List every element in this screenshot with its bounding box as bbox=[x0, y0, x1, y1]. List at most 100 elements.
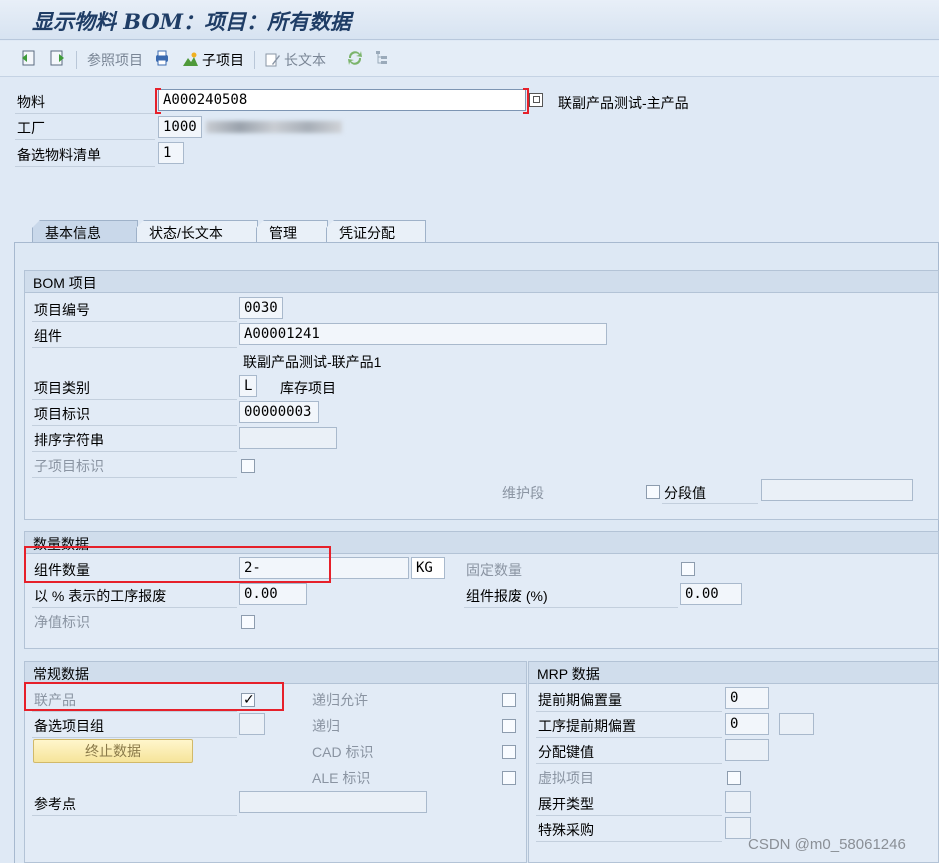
divider bbox=[536, 711, 722, 712]
tab-status-long-text[interactable]: 状态/长文本 bbox=[136, 220, 258, 242]
component-label: 组件 bbox=[34, 328, 62, 344]
title-bar: 显示物料 BOM：项目：所有数据 bbox=[0, 0, 939, 40]
item-category-field[interactable]: L bbox=[239, 375, 257, 397]
divider bbox=[32, 477, 237, 478]
unit-field[interactable]: KG bbox=[411, 557, 445, 579]
section-value-label: 分段值 bbox=[664, 485, 706, 501]
highlight-box bbox=[24, 682, 284, 711]
next-object-icon[interactable] bbox=[48, 49, 66, 70]
divider bbox=[464, 607, 678, 608]
tab-basic-info[interactable]: 基本信息 bbox=[32, 220, 138, 242]
sub-item-id-label: 子项目标识 bbox=[34, 458, 104, 474]
divider bbox=[32, 607, 237, 608]
material-label: 物料 bbox=[17, 94, 45, 110]
long-text-label: 长文本 bbox=[284, 51, 326, 68]
sort-string-label: 排序字符串 bbox=[34, 432, 104, 448]
group-header: BOM 项目 bbox=[25, 271, 938, 293]
alt-item-group-label: 备选项目组 bbox=[34, 718, 104, 734]
toolbar-separator bbox=[254, 50, 255, 69]
plant-field[interactable]: 1000 bbox=[158, 116, 202, 138]
group-header: MRP 数据 bbox=[529, 662, 938, 684]
operation-scrap-field[interactable]: 0.00 bbox=[239, 583, 307, 605]
item-number-field[interactable]: 0030 bbox=[239, 297, 283, 319]
net-id-label: 净值标识 bbox=[34, 614, 90, 630]
op-lead-time-offset-label: 工序提前期偏置 bbox=[538, 718, 636, 734]
reference-point-label: 参考点 bbox=[34, 796, 76, 812]
toolbar-separator bbox=[76, 50, 77, 69]
tab-label: 基本信息 bbox=[45, 225, 101, 241]
material-description: 联副产品测试-主产品 bbox=[558, 95, 689, 111]
end-data-label: 终止数据 bbox=[85, 743, 141, 759]
sub-item-label: 子项目 bbox=[202, 51, 244, 68]
group-header: 常规数据 bbox=[25, 662, 526, 684]
recursive-allowed-checkbox[interactable] bbox=[502, 693, 516, 707]
previous-object-icon[interactable] bbox=[20, 49, 38, 70]
ref-item-label: 参照项目 bbox=[87, 51, 143, 68]
sub-item-id-checkbox[interactable] bbox=[241, 459, 255, 473]
item-category-label: 项目类别 bbox=[34, 380, 90, 396]
maintenance-section-label: 维护段 bbox=[502, 485, 544, 501]
cad-id-label: CAD 标识 bbox=[312, 744, 374, 760]
fixed-qty-checkbox[interactable] bbox=[681, 562, 695, 576]
value-help-icon[interactable] bbox=[529, 93, 543, 107]
op-lead-time-unit-field[interactable] bbox=[779, 713, 814, 735]
divider bbox=[536, 737, 722, 738]
component-field[interactable]: A00001241 bbox=[239, 323, 607, 345]
item-id-field[interactable]: 00000003 bbox=[239, 401, 319, 423]
divider bbox=[32, 425, 237, 426]
component-scrap-field[interactable]: 0.00 bbox=[680, 583, 742, 605]
structure-icon[interactable] bbox=[374, 49, 390, 70]
alt-item-group-field[interactable] bbox=[239, 713, 265, 735]
divider bbox=[32, 711, 237, 712]
explosion-type-label: 展开类型 bbox=[538, 796, 594, 812]
divider bbox=[32, 451, 237, 452]
alt-bom-label: 备选物料清单 bbox=[17, 147, 101, 163]
divider bbox=[536, 815, 722, 816]
toolbar: 参照项目 子项目 长文本 bbox=[0, 41, 939, 77]
divider bbox=[15, 113, 155, 114]
sort-string-field[interactable] bbox=[239, 427, 337, 449]
print-icon[interactable] bbox=[153, 49, 171, 70]
alt-bom-field[interactable]: 1 bbox=[158, 142, 184, 164]
divider bbox=[536, 763, 722, 764]
sub-item-button[interactable]: 子项目 bbox=[181, 50, 244, 70]
explosion-type-field[interactable] bbox=[725, 791, 751, 813]
ref-item-button[interactable]: 参照项目 bbox=[87, 50, 143, 70]
section-value-field[interactable] bbox=[761, 479, 913, 501]
component-description: 联副产品测试-联产品1 bbox=[243, 354, 382, 370]
long-text-button[interactable]: 长文本 bbox=[265, 50, 326, 70]
divider bbox=[32, 321, 237, 322]
cad-id-checkbox[interactable] bbox=[502, 745, 516, 759]
component-scrap-label: 组件报废 (%) bbox=[466, 588, 548, 604]
divider bbox=[32, 347, 237, 348]
divider bbox=[536, 841, 722, 842]
highlight-box bbox=[24, 546, 331, 583]
plant-label: 工厂 bbox=[17, 120, 45, 136]
sub-item-icon bbox=[183, 52, 198, 66]
lead-time-offset-field[interactable]: 0 bbox=[725, 687, 769, 709]
refresh-icon[interactable] bbox=[346, 49, 364, 70]
page-title: 显示物料 BOM：项目：所有数据 bbox=[32, 9, 351, 34]
recursive-checkbox[interactable] bbox=[502, 719, 516, 733]
net-id-checkbox[interactable] bbox=[241, 615, 255, 629]
edit-text-icon bbox=[265, 53, 280, 66]
divider bbox=[32, 737, 237, 738]
tab-label: 管理 bbox=[269, 225, 297, 241]
distribution-key-field[interactable] bbox=[725, 739, 769, 761]
end-data-button[interactable]: 终止数据 bbox=[33, 739, 193, 763]
ale-id-label: ALE 标识 bbox=[312, 770, 371, 786]
reference-point-field[interactable] bbox=[239, 791, 427, 813]
divider bbox=[15, 139, 155, 140]
material-field[interactable]: A000240508 bbox=[158, 89, 526, 111]
divider bbox=[15, 166, 155, 167]
section-value-checkbox[interactable] bbox=[646, 485, 660, 499]
ale-id-checkbox[interactable] bbox=[502, 771, 516, 785]
tab-admin[interactable]: 管理 bbox=[256, 220, 328, 242]
fixed-qty-label: 固定数量 bbox=[466, 562, 522, 578]
lead-time-offset-label: 提前期偏置量 bbox=[538, 692, 622, 708]
divider bbox=[32, 399, 237, 400]
tab-label: 状态/长文本 bbox=[149, 225, 223, 241]
tab-document-assignment[interactable]: 凭证分配 bbox=[326, 220, 426, 242]
op-lead-time-offset-field[interactable]: 0 bbox=[725, 713, 769, 735]
phantom-item-checkbox[interactable] bbox=[727, 771, 741, 785]
